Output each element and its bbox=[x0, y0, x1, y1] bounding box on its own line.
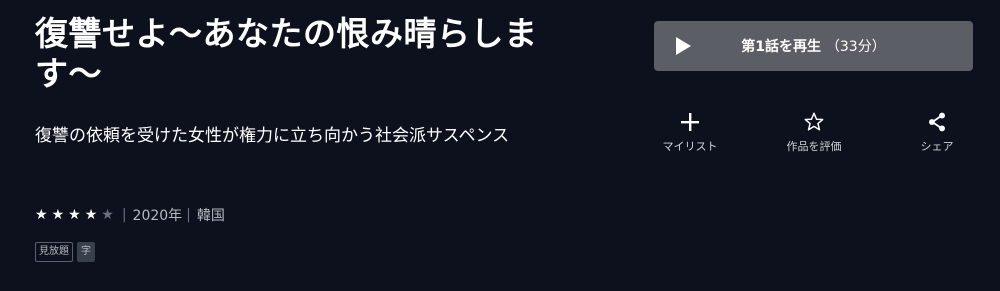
play-button-label: 第1話を再生 （33分） bbox=[654, 36, 973, 56]
star-filled-icon: ★ bbox=[84, 207, 98, 223]
play-label-text: 第1話を再生 bbox=[741, 39, 822, 55]
unlimited-badge: 見放題 bbox=[35, 242, 73, 262]
star-filled-icon: ★ bbox=[35, 207, 48, 223]
plus-icon bbox=[640, 108, 740, 136]
star-outline-icon bbox=[764, 108, 864, 136]
star-filled-icon: ★ bbox=[68, 207, 81, 223]
divider: | bbox=[121, 207, 127, 223]
star-empty-icon: ★ bbox=[101, 207, 114, 223]
my-list-button[interactable]: マイリスト bbox=[640, 108, 740, 154]
play-episode-button[interactable]: 第1話を再生 （33分） bbox=[654, 21, 973, 71]
rate-title-button[interactable]: 作品を評価 bbox=[764, 108, 864, 154]
episode-duration: （33分） bbox=[825, 39, 886, 55]
page-title: 復讐せよ～あなたの恨み晴らします～ bbox=[35, 14, 538, 93]
play-icon bbox=[676, 37, 691, 55]
badge-row: 見放題 字 bbox=[35, 242, 95, 262]
share-icon bbox=[887, 108, 987, 136]
meta-row: ★ ★ ★ ★ ★ | 2020年 | 韓国 bbox=[35, 205, 225, 225]
country: 韓国 bbox=[196, 208, 225, 224]
divider: | bbox=[186, 207, 191, 223]
action-bar: マイリスト 作品を評価 シェア bbox=[640, 108, 1000, 158]
rate-label: 作品を評価 bbox=[786, 140, 842, 153]
star-rating: ★ ★ ★ ★ ★ bbox=[35, 207, 118, 223]
share-button[interactable]: シェア bbox=[887, 108, 987, 154]
share-label: シェア bbox=[920, 140, 954, 153]
title-info: 復讐せよ～あなたの恨み晴らします～ 復讐の依頼を受けた女性が権力に立ち向かう社会… bbox=[35, 14, 595, 151]
description: 復讐の依頼を受けた女性が権力に立ち向かう社会派サスペンス bbox=[35, 126, 510, 146]
my-list-label: マイリスト bbox=[662, 140, 718, 153]
star-filled-icon: ★ bbox=[51, 207, 65, 223]
subtitle-badge: 字 bbox=[77, 242, 95, 262]
release-year: 2020年 bbox=[132, 208, 183, 224]
